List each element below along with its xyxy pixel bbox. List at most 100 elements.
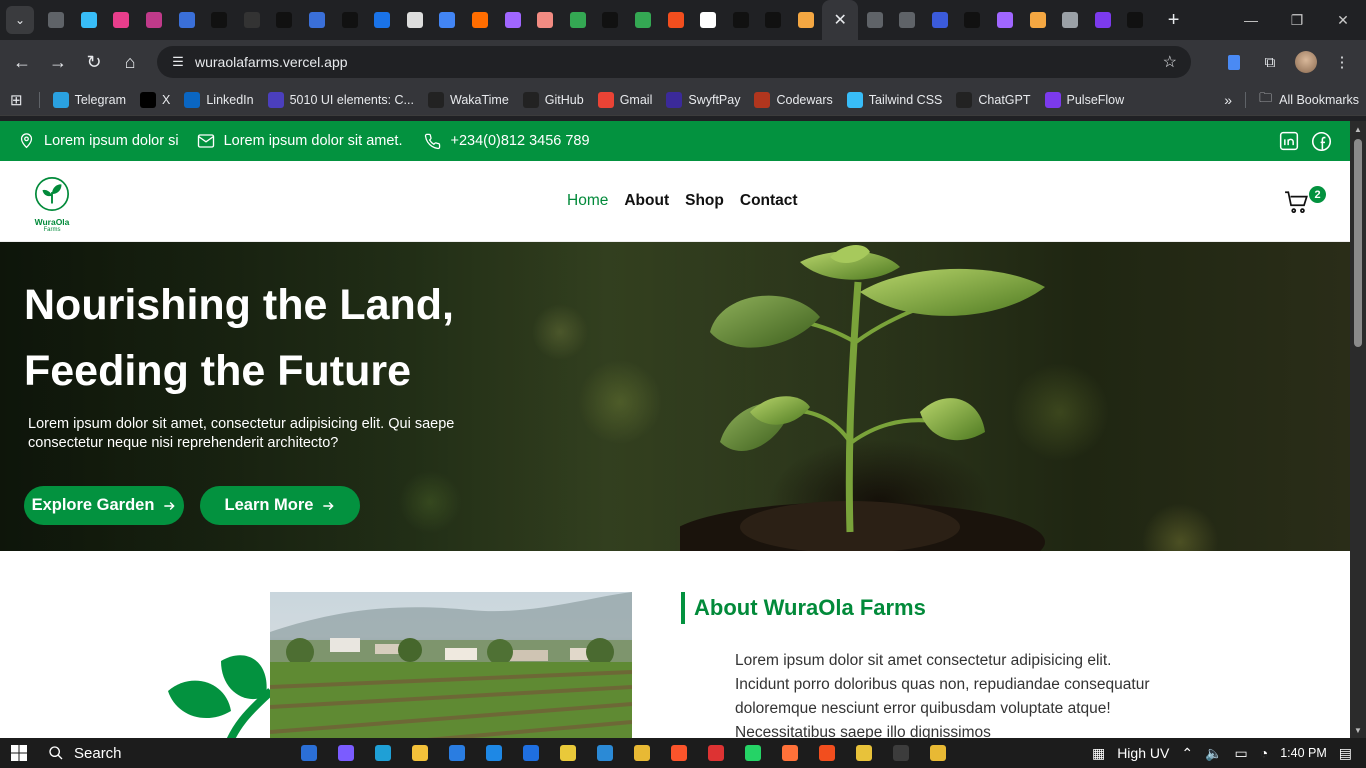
widget-icon[interactable] xyxy=(290,738,327,768)
all-bookmarks-folder[interactable]: 🗀 All Bookmarks xyxy=(1252,86,1366,114)
linkedin-icon[interactable] xyxy=(1279,131,1299,151)
url-text[interactable]: wuraolafarms.vercel.app xyxy=(195,54,348,70)
browser-tab[interactable] xyxy=(1119,0,1152,40)
browser-tab[interactable] xyxy=(923,0,956,40)
browser-tab[interactable] xyxy=(692,0,725,40)
browser-tab[interactable] xyxy=(40,0,73,40)
tray-chevron-icon[interactable]: ⌃ xyxy=(1181,745,1193,762)
scroll-up-arrow-icon[interactable]: ▲ xyxy=(1350,121,1366,137)
bookmark-item[interactable]: Codewars xyxy=(747,86,839,114)
site-info-icon[interactable]: ☰ xyxy=(163,54,193,70)
browser-tab[interactable] xyxy=(891,0,924,40)
bookmark-item[interactable]: PulseFlow xyxy=(1038,86,1132,114)
new-tab-button[interactable]: + xyxy=(1160,6,1188,34)
bookmark-item[interactable]: SwyftPay xyxy=(659,86,747,114)
git-icon[interactable] xyxy=(549,738,586,768)
windows-start-icon[interactable] xyxy=(0,738,38,768)
reload-button[interactable]: ↻ xyxy=(76,44,112,80)
vscode-icon[interactable] xyxy=(586,738,623,768)
store-icon[interactable] xyxy=(438,738,475,768)
browser-tab[interactable] xyxy=(989,0,1022,40)
facebook-icon[interactable] xyxy=(1311,131,1332,152)
firefox-icon[interactable] xyxy=(771,738,808,768)
browser-tab[interactable] xyxy=(399,0,432,40)
notification-icon[interactable]: ▤ xyxy=(1339,745,1352,762)
browser-tab[interactable] xyxy=(203,0,236,40)
browser-tab[interactable] xyxy=(529,0,562,40)
browser-tab[interactable] xyxy=(268,0,301,40)
bookmark-item[interactable]: Tailwind CSS xyxy=(840,86,950,114)
page-scrollbar[interactable]: ▲ ▼ xyxy=(1350,121,1366,738)
tab-search-button[interactable]: ⌄ xyxy=(6,6,34,34)
weather-label[interactable]: High UV xyxy=(1117,745,1169,761)
active-tab[interactable]: ✕ xyxy=(822,0,859,40)
copilot-icon[interactable] xyxy=(327,738,364,768)
phone-item[interactable]: +234(0)812 3456 789 xyxy=(424,133,590,150)
bookmark-item[interactable]: ChatGPT xyxy=(949,86,1037,114)
nav-link-about[interactable]: About xyxy=(624,192,669,210)
browser-tab[interactable] xyxy=(562,0,595,40)
bookmark-item[interactable]: LinkedIn xyxy=(177,86,260,114)
home-button[interactable]: ⌂ xyxy=(112,44,148,80)
bookmark-item[interactable]: Telegram xyxy=(46,86,133,114)
browser-tab[interactable] xyxy=(627,0,660,40)
terminal-icon[interactable] xyxy=(882,738,919,768)
bookmark-star-icon[interactable]: ☆ xyxy=(1163,52,1177,72)
nav-link-shop[interactable]: Shop xyxy=(685,192,724,210)
menu-kebab-icon[interactable]: ⋮ xyxy=(1324,44,1360,80)
cart-button[interactable]: 2 xyxy=(1284,186,1326,215)
bookmark-item[interactable]: Gmail xyxy=(591,86,660,114)
nav-link-contact[interactable]: Contact xyxy=(740,192,798,210)
volume-icon[interactable]: 🔈 xyxy=(1205,745,1222,762)
learn-more-button[interactable]: Learn More xyxy=(200,486,360,525)
minimize-button[interactable]: — xyxy=(1228,0,1274,40)
whatsapp-icon[interactable] xyxy=(734,738,771,768)
browser-tab[interactable] xyxy=(757,0,790,40)
extension-docs-icon[interactable] xyxy=(1216,44,1252,80)
browser-tab[interactable] xyxy=(236,0,269,40)
brave-icon[interactable] xyxy=(660,738,697,768)
browser-tab[interactable] xyxy=(431,0,464,40)
email-item[interactable]: Lorem ipsum dolor sit amet. xyxy=(197,133,403,149)
wifi-icon[interactable]: ◔ xyxy=(1260,745,1268,761)
profile-avatar[interactable] xyxy=(1288,44,1324,80)
back-button[interactable]: ← xyxy=(4,44,40,80)
file-explorer-icon[interactable] xyxy=(401,738,438,768)
browser-tab[interactable] xyxy=(1021,0,1054,40)
browser-tab[interactable] xyxy=(790,0,823,40)
pin-icon[interactable] xyxy=(697,738,734,768)
chrome-icon[interactable] xyxy=(919,738,956,768)
battery-icon[interactable]: ▭ xyxy=(1235,745,1248,762)
close-window-button[interactable]: ✕ xyxy=(1320,0,1366,40)
close-tab-icon[interactable]: ✕ xyxy=(834,10,847,30)
scroll-down-arrow-icon[interactable]: ▼ xyxy=(1350,722,1366,738)
browser-tab[interactable] xyxy=(659,0,692,40)
clock-time[interactable]: 1:40 PM xyxy=(1280,746,1327,760)
bird-icon[interactable] xyxy=(845,738,882,768)
email-text[interactable]: Lorem ipsum dolor sit amet. xyxy=(224,133,403,149)
figma-icon[interactable] xyxy=(808,738,845,768)
browser-tab[interactable] xyxy=(464,0,497,40)
taskbar-search[interactable]: Search xyxy=(38,738,290,768)
browser-tab[interactable] xyxy=(333,0,366,40)
bookmark-item[interactable]: X xyxy=(133,86,177,114)
browser-tab[interactable] xyxy=(73,0,106,40)
address-bar[interactable]: ☰ wuraolafarms.vercel.app ☆ xyxy=(157,46,1191,78)
site-logo[interactable]: WuraOla Farms xyxy=(30,175,74,234)
browser-tab[interactable] xyxy=(138,0,171,40)
browser-tab[interactable] xyxy=(1086,0,1119,40)
browser-tab[interactable] xyxy=(301,0,334,40)
browser-tab[interactable] xyxy=(956,0,989,40)
restore-button[interactable]: ❐ xyxy=(1274,0,1320,40)
chrome-icon[interactable] xyxy=(623,738,660,768)
nav-link-home[interactable]: Home xyxy=(567,192,608,210)
extensions-puzzle-icon[interactable]: ⧉ xyxy=(1252,44,1288,80)
phone-text[interactable]: +234(0)812 3456 789 xyxy=(450,133,589,149)
explore-garden-button[interactable]: Explore Garden xyxy=(24,486,184,525)
bookmark-item[interactable]: 5010 UI elements: C... xyxy=(261,86,421,114)
weather-icon[interactable]: ▦ xyxy=(1092,745,1105,762)
browser-tab[interactable] xyxy=(496,0,529,40)
browser-tab[interactable] xyxy=(858,0,891,40)
scrollbar-thumb[interactable] xyxy=(1354,139,1362,347)
browser-tab[interactable] xyxy=(105,0,138,40)
